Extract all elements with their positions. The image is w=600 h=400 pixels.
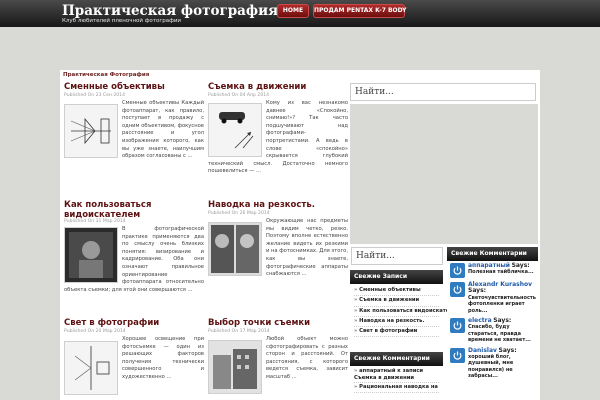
comment-author[interactable]: electra xyxy=(468,317,492,324)
post-title[interactable]: Свет в фотографии xyxy=(64,318,204,328)
says-label: Says: xyxy=(468,287,487,295)
says-label: Says: xyxy=(498,346,517,354)
post-date: Published On 23 Сен 2014 xyxy=(64,93,126,98)
post-title[interactable]: Сменные объективы xyxy=(64,82,204,92)
says-label: Says: xyxy=(511,262,530,269)
recent-comment-link[interactable]: аппаратный к записи Съемка в движении xyxy=(354,368,439,383)
recent-post-link[interactable]: Сменные объективы xyxy=(354,286,439,297)
post-excerpt: Хорошее освещение при фотосъемке — один … xyxy=(122,336,204,380)
car-motion-icon[interactable] xyxy=(208,103,262,157)
post-date: Published On 04 Апр 2014 xyxy=(208,93,270,98)
portrait-photo-icon[interactable] xyxy=(64,227,118,283)
post-title[interactable]: Выбор точки съемки xyxy=(208,318,348,328)
post-date: Published On 17 Мар 2014 xyxy=(208,329,270,334)
lens-diagram-icon[interactable] xyxy=(64,104,118,158)
recent-post-link[interactable]: Наводка на резкость. xyxy=(354,317,439,328)
two-portraits-icon[interactable] xyxy=(208,222,262,276)
post-card: Съемка в движении Published On 04 Апр 20… xyxy=(208,82,348,192)
search-input[interactable]: Найти... xyxy=(350,83,536,101)
comments-widget: Свежие Комментарии аппаратный Says: Поле… xyxy=(447,247,538,400)
recent-comment-link[interactable]: Рациональная наводка на xyxy=(354,383,439,394)
post-title[interactable]: Наводка на резкость. xyxy=(208,200,348,210)
site-description: Клуб любителей пленочной фотографии xyxy=(62,18,181,24)
post-card: Свет в фотографии Published On 20 Мар 20… xyxy=(64,318,204,400)
sidebar-gray-area xyxy=(350,104,538,244)
recent-post-link[interactable]: Как пользоваться видоискателем xyxy=(354,307,461,317)
comment-excerpt[interactable]: хороший блог, душевный, мне понравился) … xyxy=(468,354,513,379)
post-date: Published On 26 Мар 2014 xyxy=(208,211,270,216)
post-excerpt: Любой объект можно сфотографировать с ра… xyxy=(266,336,348,380)
comment-item: electra Says: Спасибо, буду стараться, п… xyxy=(447,316,538,346)
breadcrumb[interactable]: Практическая Фотография xyxy=(63,72,149,78)
recent-posts-heading: Свежие Записи xyxy=(350,270,443,284)
comments-heading: Свежие Комментарии xyxy=(447,247,538,261)
says-label: Says: xyxy=(493,317,512,325)
buildings-photo-icon[interactable] xyxy=(208,340,262,394)
comment-item: Danislav Says: хороший блог, душевный, м… xyxy=(447,346,538,382)
comment-excerpt[interactable]: Светочувствительность фотопленки играет … xyxy=(468,295,536,314)
comment-item: Alexandr Kurashov Says: Светочувствитель… xyxy=(447,280,538,316)
post-title[interactable]: Как пользоваться видоискателем xyxy=(64,200,204,220)
recent-post-link[interactable]: Съемка в движении xyxy=(354,296,439,307)
post-card: Выбор точки съемки Published On 17 Мар 2… xyxy=(208,318,348,400)
site-header: Практическая фотография Клуб любителей п… xyxy=(0,0,600,27)
recent-post-link[interactable]: Свет в фотографии xyxy=(354,327,439,338)
comment-excerpt[interactable]: Полезная тайбличка... xyxy=(468,269,534,275)
recent-posts-widget: Свежие Записи Сменные объективы Съемка в… xyxy=(350,270,461,348)
avatar-power-icon[interactable] xyxy=(450,347,465,363)
post-excerpt: Окружающие нас предметы мы видим четко, … xyxy=(266,218,348,278)
post-card: Как пользоваться видоискателем Published… xyxy=(64,200,204,315)
post-card: Сменные объективы Published On 23 Сен 20… xyxy=(64,82,204,192)
post-card: Наводка на резкость. Published On 26 Мар… xyxy=(208,200,348,315)
post-excerpt: Сменные объективы Каждый фотоаппарат, ка… xyxy=(122,100,204,160)
nav-home-button[interactable]: HOME xyxy=(277,4,309,18)
recent-comments-heading: Свежие Комментарии xyxy=(350,352,443,366)
avatar-power-icon[interactable] xyxy=(450,318,465,334)
recent-comments-widget: Свежие Комментарии аппаратный к записи С… xyxy=(350,352,443,400)
comment-item: аппаратный Says: Полезная тайбличка... xyxy=(447,261,538,280)
comment-excerpt[interactable]: Спасибо, буду стараться, правда времени … xyxy=(468,324,531,343)
search-input-small[interactable]: Найти... xyxy=(351,247,443,265)
comment-author[interactable]: аппаратный xyxy=(468,262,510,269)
comment-author[interactable]: Danislav xyxy=(468,347,497,354)
post-title[interactable]: Съемка в движении xyxy=(208,82,348,92)
post-date: Published On 20 Мар 2014 xyxy=(64,329,126,334)
light-diagram-icon[interactable] xyxy=(64,341,118,395)
nav-pentax-button[interactable]: ПРОДАМ PENTAX K-7 BODY xyxy=(313,4,407,18)
avatar-power-icon[interactable] xyxy=(450,263,465,278)
avatar-power-icon[interactable] xyxy=(450,282,465,297)
site-title[interactable]: Практическая фотография xyxy=(62,3,278,19)
